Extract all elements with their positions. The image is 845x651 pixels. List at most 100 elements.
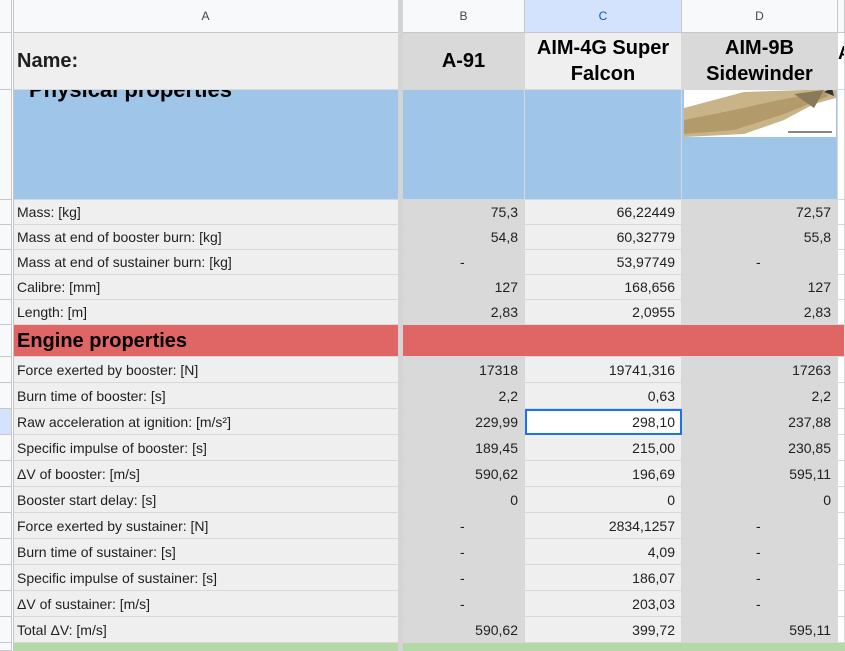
- name-header-cell[interactable]: Name:: [13, 33, 399, 90]
- row-label[interactable]: Force exerted by sustainer: [N]: [13, 513, 399, 539]
- value-cell-d[interactable]: -: [682, 591, 838, 617]
- row-header[interactable]: [0, 300, 12, 325]
- value-cell-d[interactable]: 0: [682, 487, 838, 513]
- missile-name-b[interactable]: A-91: [403, 33, 525, 90]
- physical-section-cell[interactable]: Physical properties: [13, 90, 399, 200]
- value-cell-c[interactable]: 186,07: [525, 565, 682, 591]
- value-cell-d[interactable]: 595,11: [682, 617, 838, 643]
- row-header[interactable]: [0, 325, 12, 357]
- row-header[interactable]: [0, 487, 12, 513]
- row-header[interactable]: [0, 643, 12, 651]
- value-cell-b[interactable]: -: [403, 591, 525, 617]
- value-cell-e[interactable]: [838, 513, 845, 539]
- value-cell-b[interactable]: 75,3: [403, 200, 525, 225]
- value-cell-b[interactable]: -: [403, 565, 525, 591]
- value-cell-b[interactable]: 229,99: [403, 409, 525, 435]
- value-cell-e[interactable]: [838, 200, 845, 225]
- row-label[interactable]: Length: [m]: [13, 300, 399, 325]
- value-cell-e[interactable]: [838, 617, 845, 643]
- engine-section-title[interactable]: Engine properties: [13, 325, 399, 357]
- value-cell-d[interactable]: 72,57: [682, 200, 838, 225]
- missile-name-e-partial[interactable]: A: [838, 33, 845, 90]
- row-header[interactable]: [0, 435, 12, 461]
- value-cell-c[interactable]: 399,72: [525, 617, 682, 643]
- row-label[interactable]: Burn time of booster: [s]: [13, 383, 399, 409]
- column-header-a[interactable]: A: [13, 0, 399, 33]
- column-header-e[interactable]: [838, 0, 845, 33]
- value-cell-d[interactable]: -: [682, 513, 838, 539]
- row-label[interactable]: Mass at end of sustainer burn: [kg]: [13, 250, 399, 275]
- row-header[interactable]: [0, 33, 12, 90]
- row-label[interactable]: Booster start delay: [s]: [13, 487, 399, 513]
- physical-section-cell-b[interactable]: [403, 90, 525, 200]
- value-cell-e[interactable]: [838, 591, 845, 617]
- physical-section-cell-e[interactable]: [838, 90, 845, 200]
- value-cell-c[interactable]: 196,69: [525, 461, 682, 487]
- value-cell-d[interactable]: -: [682, 539, 838, 565]
- value-cell-b[interactable]: 127: [403, 275, 525, 300]
- value-cell-e[interactable]: [838, 250, 845, 275]
- select-all-corner[interactable]: [0, 0, 12, 33]
- value-cell-b[interactable]: 590,62: [403, 617, 525, 643]
- value-cell-e[interactable]: [838, 300, 845, 325]
- value-cell-b[interactable]: 189,45: [403, 435, 525, 461]
- row-header[interactable]: [0, 461, 12, 487]
- value-cell-c[interactable]: 0: [525, 487, 682, 513]
- value-cell-b[interactable]: 54,8: [403, 225, 525, 250]
- value-cell-d[interactable]: 237,88: [682, 409, 838, 435]
- row-label[interactable]: Burn time of sustainer: [s]: [13, 539, 399, 565]
- physical-section-cell-c[interactable]: [525, 90, 682, 200]
- row-label[interactable]: ΔV of sustainer: [m/s]: [13, 591, 399, 617]
- value-cell-e[interactable]: [838, 565, 845, 591]
- value-cell-b[interactable]: -: [403, 539, 525, 565]
- value-cell-d[interactable]: 230,85: [682, 435, 838, 461]
- row-header[interactable]: [0, 275, 12, 300]
- next-section-band-values[interactable]: [403, 643, 845, 651]
- value-cell-c[interactable]: 60,32779: [525, 225, 682, 250]
- value-cell-c[interactable]: 0,63: [525, 383, 682, 409]
- row-label[interactable]: ΔV of booster: [m/s]: [13, 461, 399, 487]
- row-header[interactable]: [0, 409, 12, 435]
- missile-name-d[interactable]: AIM-9B Sidewinder: [682, 33, 838, 90]
- row-header[interactable]: [0, 383, 12, 409]
- value-cell-e[interactable]: [838, 487, 845, 513]
- value-cell-c[interactable]: 66,22449: [525, 200, 682, 225]
- row-header[interactable]: [0, 200, 12, 225]
- value-cell-d[interactable]: -: [682, 565, 838, 591]
- active-cell[interactable]: 298,10: [525, 409, 682, 435]
- value-cell-b[interactable]: 2,83: [403, 300, 525, 325]
- column-header-c[interactable]: C: [525, 0, 682, 33]
- row-header[interactable]: [0, 539, 12, 565]
- row-header[interactable]: [0, 565, 12, 591]
- value-cell-e[interactable]: [838, 275, 845, 300]
- value-cell-d[interactable]: 2,83: [682, 300, 838, 325]
- value-cell-e[interactable]: [838, 357, 845, 383]
- next-section-band[interactable]: [13, 643, 399, 651]
- row-label[interactable]: Specific impulse of sustainer: [s]: [13, 565, 399, 591]
- value-cell-c[interactable]: 19741,316: [525, 357, 682, 383]
- frozen-column-divider[interactable]: [398, 0, 403, 651]
- value-cell-e[interactable]: [838, 225, 845, 250]
- row-label[interactable]: Specific impulse of booster: [s]: [13, 435, 399, 461]
- engine-section-band[interactable]: [403, 325, 845, 357]
- value-cell-c[interactable]: 168,656: [525, 275, 682, 300]
- value-cell-e[interactable]: [838, 539, 845, 565]
- value-cell-d[interactable]: 595,11: [682, 461, 838, 487]
- value-cell-c[interactable]: 53,97749: [525, 250, 682, 275]
- value-cell-b[interactable]: 590,62: [403, 461, 525, 487]
- value-cell-d[interactable]: 2,2: [682, 383, 838, 409]
- physical-section-cell-d[interactable]: [682, 90, 838, 200]
- row-label[interactable]: Mass: [kg]: [13, 200, 399, 225]
- value-cell-c[interactable]: 4,09: [525, 539, 682, 565]
- row-header[interactable]: [0, 617, 12, 643]
- row-label[interactable]: Total ΔV: [m/s]: [13, 617, 399, 643]
- value-cell-e[interactable]: [838, 435, 845, 461]
- missile-name-c[interactable]: AIM-4G Super Falcon: [525, 33, 682, 90]
- row-label[interactable]: Mass at end of booster burn: [kg]: [13, 225, 399, 250]
- value-cell-c[interactable]: 2834,1257: [525, 513, 682, 539]
- value-cell-b[interactable]: -: [403, 250, 525, 275]
- value-cell-c[interactable]: 203,03: [525, 591, 682, 617]
- value-cell-e[interactable]: [838, 409, 845, 435]
- column-header-b[interactable]: B: [403, 0, 525, 33]
- row-header[interactable]: [0, 90, 12, 200]
